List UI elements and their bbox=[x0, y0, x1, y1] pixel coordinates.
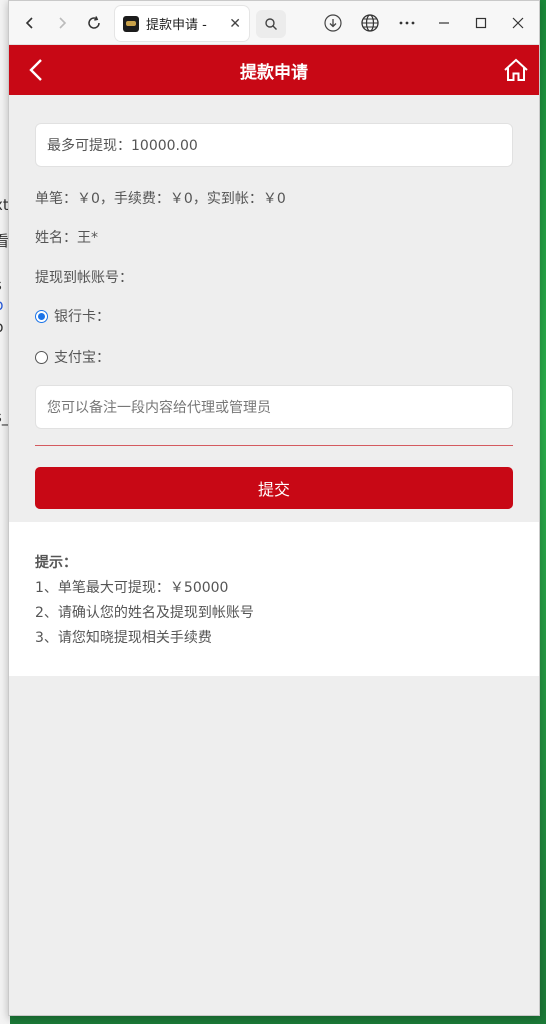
submit-label: 提交 bbox=[257, 480, 290, 499]
tip-item: 1、单笔最大可提现：￥50000 bbox=[35, 580, 229, 596]
tab-title: 提款申请 - bbox=[146, 18, 207, 33]
back-icon[interactable] bbox=[14, 7, 46, 39]
fee-summary: 单笔：￥0，手续费：￥0，实到帐：￥0 bbox=[35, 191, 286, 207]
background-text: p bbox=[0, 296, 4, 314]
tips-section: 提示： 1、单笔最大可提现：￥50000 2、请确认您的姓名及提现到帐账号 3、… bbox=[9, 522, 539, 676]
close-icon[interactable] bbox=[501, 7, 535, 39]
max-withdraw-text: 最多可提现：10000.00 bbox=[47, 138, 198, 154]
refresh-icon[interactable] bbox=[78, 7, 110, 39]
tips-title: 提示： bbox=[35, 555, 77, 571]
background-text: s bbox=[0, 276, 2, 294]
download-icon[interactable] bbox=[316, 7, 350, 39]
tip-item: 2、请确认您的姓名及提现到帐账号 bbox=[35, 605, 254, 621]
globe-icon[interactable] bbox=[353, 7, 387, 39]
option-label: 支付宝： bbox=[54, 350, 110, 366]
account-name: 姓名：王* bbox=[35, 230, 98, 246]
search-icon[interactable] bbox=[256, 10, 286, 38]
withdraw-form: 最多可提现：10000.00 单笔：￥0，手续费：￥0，实到帐：￥0 姓名：王*… bbox=[9, 95, 539, 522]
remark-placeholder: 您可以备注一段内容给代理或管理员 bbox=[47, 400, 271, 416]
tab-close-icon[interactable]: ✕ bbox=[229, 16, 241, 32]
tip-item: 3、请您知晓提现相关手续费 bbox=[35, 630, 212, 646]
browser-toolbar: 提款申请 - ✕ bbox=[9, 1, 539, 45]
max-withdraw-field[interactable]: 最多可提现：10000.00 bbox=[35, 123, 513, 167]
option-bank-card[interactable]: 银行卡： bbox=[35, 306, 513, 326]
home-icon[interactable] bbox=[499, 54, 533, 86]
page-title: 提款申请 bbox=[240, 62, 308, 83]
more-icon[interactable] bbox=[390, 7, 424, 39]
app-header: 提款申请 bbox=[9, 45, 539, 95]
maximize-icon[interactable] bbox=[464, 7, 498, 39]
background-text: p bbox=[0, 318, 4, 336]
option-label: 银行卡： bbox=[54, 309, 110, 325]
radio-selected-icon[interactable] bbox=[35, 309, 48, 323]
minimize-icon[interactable] bbox=[427, 7, 461, 39]
remark-input[interactable]: 您可以备注一段内容给代理或管理员 bbox=[35, 385, 513, 429]
option-alipay[interactable]: 支付宝： bbox=[35, 347, 513, 367]
browser-tab[interactable]: 提款申请 - ✕ bbox=[115, 6, 249, 41]
divider bbox=[35, 445, 513, 446]
submit-button[interactable]: 提交 bbox=[35, 467, 513, 509]
account-label: 提现到帐账号： bbox=[35, 270, 133, 286]
site-favicon-icon bbox=[123, 15, 139, 32]
radio-unselected-icon[interactable] bbox=[35, 350, 48, 364]
browser-window: 提款申请 - ✕ 提款申请 最多可提现：10000.00 单笔：￥0，手续费：￥… bbox=[8, 0, 540, 1016]
window-controls bbox=[316, 7, 535, 39]
forward-icon[interactable] bbox=[46, 7, 78, 39]
back-arrow-icon[interactable] bbox=[19, 54, 53, 86]
